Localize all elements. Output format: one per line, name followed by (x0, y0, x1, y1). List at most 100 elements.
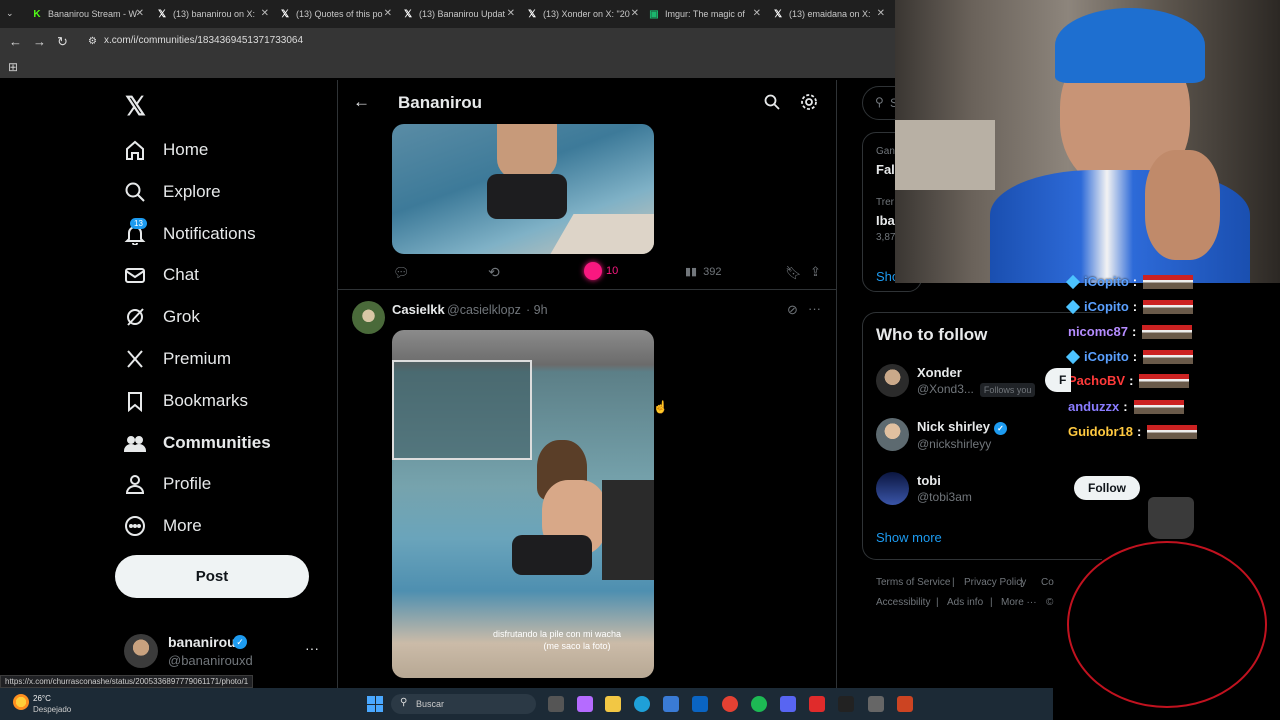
browser-tab[interactable]: 𝕏 (13) bananirou on X: ✕ (157, 4, 269, 24)
avatar[interactable] (352, 301, 385, 334)
sidebar-item-communities[interactable]: Communities (124, 428, 271, 458)
file-explorer-icon[interactable] (548, 696, 564, 712)
notification-badge: 13 (130, 218, 147, 229)
sidebar-item-grok[interactable]: Grok (124, 302, 200, 332)
views-button[interactable]: ▮▮ 392 (685, 265, 721, 279)
footer-link[interactable]: More ··· (1001, 597, 1037, 608)
sidebar-item-explore[interactable]: Explore (124, 177, 221, 207)
footer-link[interactable]: Accessibility (876, 597, 930, 608)
author-handle[interactable]: @casielklopz (447, 303, 521, 317)
folder-icon[interactable] (605, 696, 621, 712)
sidebar-item-chat[interactable]: Chat (124, 260, 199, 290)
sidebar-item-premium[interactable]: Premium (124, 344, 231, 374)
browser-tab[interactable]: 𝕏 (13) Xonder on X: "20 ✕ (527, 4, 639, 24)
close-icon[interactable]: ✕ (136, 8, 144, 19)
like-button[interactable]: 10 (584, 262, 618, 280)
close-icon[interactable]: ✕ (384, 8, 392, 19)
more-dots-icon[interactable]: ··· (305, 640, 319, 656)
home-icon (126, 140, 144, 160)
browser-tab[interactable]: 𝕏 (13) emaidana on X: ✕ (773, 4, 885, 24)
post-time[interactable]: · 9h (526, 303, 548, 317)
user-handle: @nickshirleyy (917, 436, 992, 451)
url-field[interactable]: x.com/i/communities/1834369451371733064 (104, 35, 303, 46)
site-info-icon[interactable]: ⚙ (88, 36, 97, 47)
tab-label: (13) Xonder on X: "20 (543, 9, 630, 19)
discord-icon[interactable] (780, 696, 796, 712)
post-button[interactable]: Post (115, 555, 309, 598)
browser-tab[interactable]: 𝕏 (13) Quotes of this po ✕ (280, 4, 392, 24)
close-icon[interactable]: ✕ (261, 8, 269, 19)
footer-link[interactable]: Ads info (947, 597, 983, 608)
close-icon[interactable]: ✕ (753, 8, 761, 19)
search-icon[interactable] (764, 94, 780, 110)
reply-icon[interactable]: 💬︎ (393, 265, 410, 281)
edge-icon[interactable] (634, 696, 650, 712)
user-handle: @tobi3am (917, 490, 972, 504)
sidebar-item-more[interactable]: More (124, 511, 202, 541)
obs-icon[interactable] (868, 696, 884, 712)
browser-tab[interactable]: ▣ Imgur: The magic of ✕ (649, 4, 761, 24)
sidebar-item-bookmarks[interactable]: Bookmarks (124, 386, 248, 416)
chrome-icon[interactable] (722, 696, 738, 712)
close-icon[interactable]: ✕ (631, 8, 639, 19)
chat-username: nicomc87 (1068, 324, 1128, 339)
store-icon[interactable] (663, 696, 679, 712)
overlay-figure-icon (1148, 497, 1194, 539)
close-icon[interactable]: ✕ (507, 8, 515, 19)
show-more-link[interactable]: Show more (876, 530, 942, 545)
bookmark-icon[interactable]: 🔖︎ (785, 265, 802, 281)
x-logo-icon[interactable]: 𝕏 (125, 91, 146, 122)
post-image[interactable] (392, 124, 654, 254)
apps-grid-icon[interactable]: ⊞ (8, 60, 18, 74)
follow-button[interactable]: Follow (1074, 476, 1140, 500)
copilot-icon[interactable] (577, 696, 593, 712)
tab-search-button[interactable]: ⌄ (6, 8, 14, 19)
sidebar-item-notifications[interactable]: 13 Notifications (124, 218, 256, 249)
more-dots-icon[interactable]: ··· (808, 301, 821, 316)
follow-button[interactable]: F (1045, 368, 1071, 392)
browser-tab[interactable]: 𝕏 (13) Bananirou Updat ✕ (403, 4, 515, 24)
footer-link[interactable]: Privacy Policy (964, 577, 1026, 588)
browser-tab[interactable]: K Bananirou Stream - W ✕ (32, 4, 144, 24)
chat-message: nicomc87: (1068, 324, 1193, 339)
weather-desc[interactable]: Despejado (33, 705, 71, 714)
emote-image (1143, 349, 1194, 364)
tiktok-icon[interactable] (838, 696, 854, 712)
forward-arrow-icon[interactable]: → (33, 34, 46, 49)
close-icon[interactable]: ✕ (877, 8, 885, 19)
sidebar-item-home[interactable]: Home (124, 135, 208, 165)
reload-icon[interactable]: ↻ (57, 34, 68, 50)
start-windows-icon[interactable] (367, 696, 383, 712)
post-image[interactable]: disfrutando la pile con mi wacha (me sac… (392, 330, 654, 678)
x-logo-icon (127, 350, 143, 368)
tab-label: (13) Quotes of this po (296, 9, 383, 19)
sidebar-item-profile[interactable]: Profile (124, 469, 211, 499)
repost-icon[interactable]: ⟲ (488, 264, 500, 281)
who-to-follow-row[interactable]: tobi @tobi3am (876, 472, 972, 505)
footer-link[interactable]: Terms of Service (876, 577, 950, 588)
back-arrow-icon[interactable]: ← (9, 34, 22, 49)
share-icon[interactable]: ⇪ (810, 264, 821, 280)
outlook-icon[interactable] (692, 696, 708, 712)
search-icon (125, 182, 145, 202)
weather-icon[interactable] (13, 694, 29, 710)
sidebar-item-label: Explore (163, 182, 221, 201)
back-button[interactable]: ← (353, 92, 370, 112)
weather-temp[interactable]: 26°C (33, 694, 51, 703)
who-to-follow-row[interactable]: Xonder @Xond3... Follows you (876, 364, 1036, 397)
account-switcher[interactable]: bananirou ✓ @bananirouxd ··· (124, 632, 324, 670)
grok-icon[interactable]: ⊘ (787, 302, 798, 318)
footer-link[interactable]: Co (1041, 577, 1054, 588)
spotify-icon[interactable] (751, 696, 767, 712)
trend-title[interactable]: Iba (876, 213, 895, 228)
like-count: 10 (606, 265, 619, 277)
footer-link[interactable]: © (1046, 597, 1053, 608)
webcam-overlay (895, 0, 1280, 283)
taskbar-search[interactable]: ⚲ Buscar (391, 694, 536, 714)
author-name[interactable]: Casielkk (392, 302, 445, 317)
who-to-follow-row[interactable]: Nick shirley ✓ @nickshirleyy (876, 418, 1007, 451)
app-icon[interactable] (809, 696, 825, 712)
user-handle: @Xond3... (917, 382, 974, 396)
app2-icon[interactable] (897, 696, 913, 712)
settings-gear-icon[interactable] (800, 93, 818, 111)
